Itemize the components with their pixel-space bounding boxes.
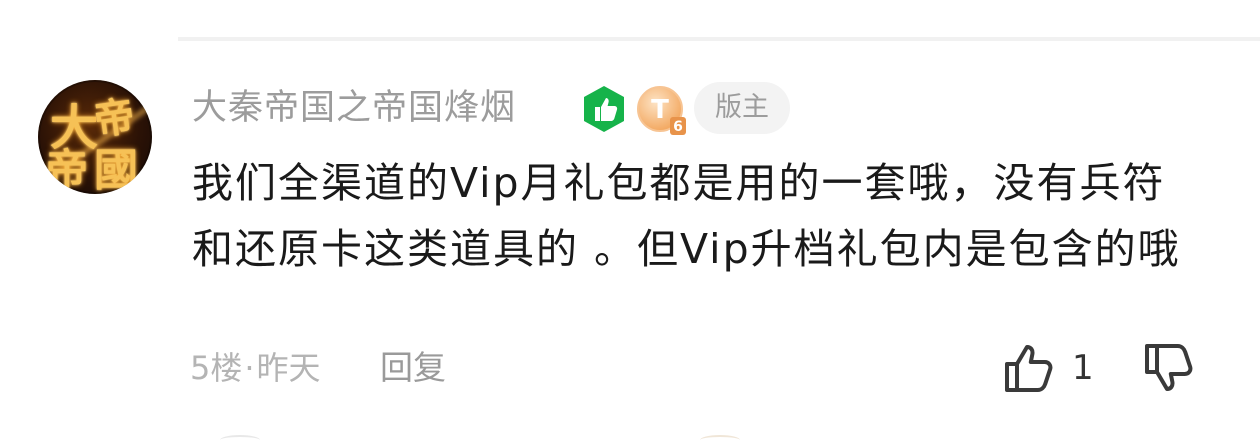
reply-button[interactable]: 回复 — [380, 347, 446, 389]
svg-text:T: T — [651, 95, 669, 125]
avatar-glyph: 帝 — [46, 145, 89, 194]
username[interactable]: 大秦帝国之帝国烽烟 — [192, 86, 516, 130]
moderator-badge: 版主 — [694, 82, 790, 134]
level-badge-icon: T 6 — [636, 85, 688, 137]
comment-time: 昨天 — [256, 349, 321, 387]
svg-text:6: 6 — [673, 119, 683, 135]
thumbs-up-badge-icon — [580, 85, 628, 133]
comment-text: 我们全渠道的Vip月礼包都是用的一套哦，没有兵符和还原卡这类道具的 。但Vip升… — [192, 159, 1181, 273]
top-divider — [178, 37, 1260, 41]
floor-number: 5楼 — [190, 349, 243, 387]
avatar[interactable]: 大 帝 帝 國 — [38, 80, 152, 194]
next-avatar-edge — [220, 435, 260, 445]
like-count: 1 — [1072, 348, 1094, 388]
thumbs-down-outline-icon[interactable] — [1142, 342, 1202, 398]
next-item-edge — [700, 435, 740, 445]
avatar-glyph: 國 — [94, 145, 138, 194]
thumbs-up-outline-icon[interactable] — [1002, 342, 1062, 394]
meta-separator: · — [244, 349, 255, 387]
comment-meta: 5楼·昨天 — [190, 347, 321, 389]
